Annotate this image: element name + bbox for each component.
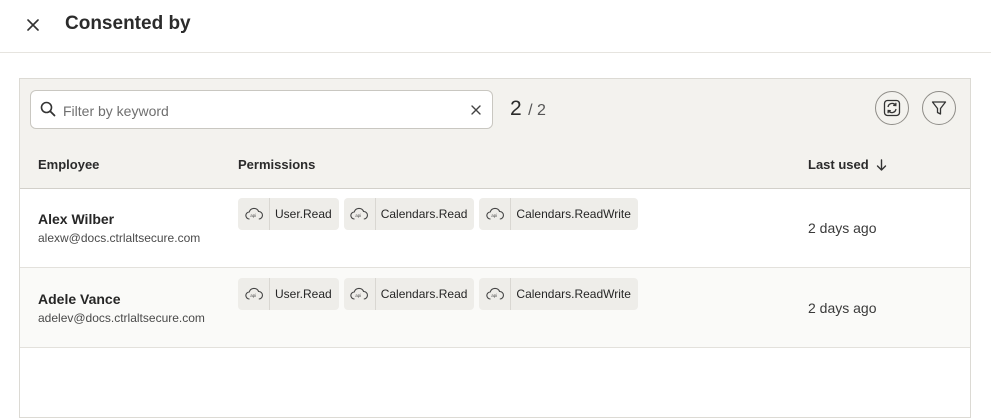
close-button[interactable] (23, 15, 43, 35)
column-header-last-used[interactable]: Last used (808, 157, 887, 172)
filter-icon (931, 101, 947, 115)
arrow-down-icon (876, 158, 886, 171)
svg-text:api: api (356, 293, 362, 298)
permission-label: User.Read (275, 207, 332, 221)
column-header-employee: Employee (38, 157, 100, 172)
permission-chip: api Calendars.Read (343, 278, 475, 310)
permission-label: User.Read (275, 287, 332, 301)
clear-icon[interactable] (469, 103, 483, 117)
count-shown: 2 (510, 97, 522, 120)
cloud-api-icon: api (486, 287, 504, 300)
permission-chip: api Calendars.ReadWrite (479, 278, 638, 310)
column-header-last-used-label: Last used (808, 157, 869, 172)
count-total: / 2 (528, 102, 546, 119)
permission-chip: api Calendars.ReadWrite (479, 198, 638, 230)
table-row[interactable]: Alex Wilber alexw@docs.ctrlaltsecure.com… (20, 188, 970, 268)
refresh-icon (883, 99, 901, 117)
employee-name: Adele Vance (38, 291, 121, 307)
dialog-header: Consented by (0, 0, 991, 53)
svg-text:api: api (356, 213, 362, 218)
cloud-api-icon: api (244, 207, 263, 220)
employee-email: alexw@docs.ctrlaltsecure.com (38, 231, 201, 245)
cloud-api-icon: api (486, 207, 504, 220)
permission-chip: api Calendars.Read (343, 198, 475, 230)
table-row[interactable]: Adele Vance adelev@docs.ctrlaltsecure.co… (20, 268, 970, 348)
result-count: 2 / 2 (510, 97, 546, 121)
permission-chip: api User.Read (238, 278, 339, 310)
permission-label: Calendars.ReadWrite (516, 207, 631, 221)
close-icon (27, 19, 39, 31)
svg-text:api: api (250, 293, 256, 298)
filter-button[interactable] (922, 91, 956, 125)
consent-panel: 2 / 2 Employee Permissions Last used (19, 78, 971, 418)
svg-text:api: api (250, 213, 256, 218)
cloud-api-icon: api (350, 287, 369, 300)
cloud-api-icon: api (350, 207, 369, 220)
employee-name: Alex Wilber (38, 211, 115, 227)
search-icon (40, 101, 56, 117)
permission-list: api User.Read api Calendars.Read api Cal… (238, 198, 638, 230)
permission-label: Calendars.ReadWrite (516, 287, 631, 301)
permission-label: Calendars.Read (380, 207, 468, 221)
permission-list: api User.Read api Calendars.Read api Cal… (238, 278, 638, 310)
permission-label: Calendars.Read (380, 287, 468, 301)
permission-chip: api User.Read (238, 198, 339, 230)
refresh-button[interactable] (875, 91, 909, 125)
last-used-value: 2 days ago (808, 300, 877, 316)
cloud-api-icon: api (244, 287, 263, 300)
search-box (30, 90, 493, 129)
search-input[interactable] (61, 98, 465, 124)
svg-text:api: api (491, 293, 497, 298)
employee-email: adelev@docs.ctrlaltsecure.com (38, 311, 205, 325)
page-title: Consented by (65, 13, 191, 34)
last-used-value: 2 days ago (808, 220, 877, 236)
column-header-permissions: Permissions (238, 157, 316, 172)
svg-text:api: api (491, 213, 497, 218)
table-toolbar: 2 / 2 Employee Permissions Last used (20, 79, 970, 189)
